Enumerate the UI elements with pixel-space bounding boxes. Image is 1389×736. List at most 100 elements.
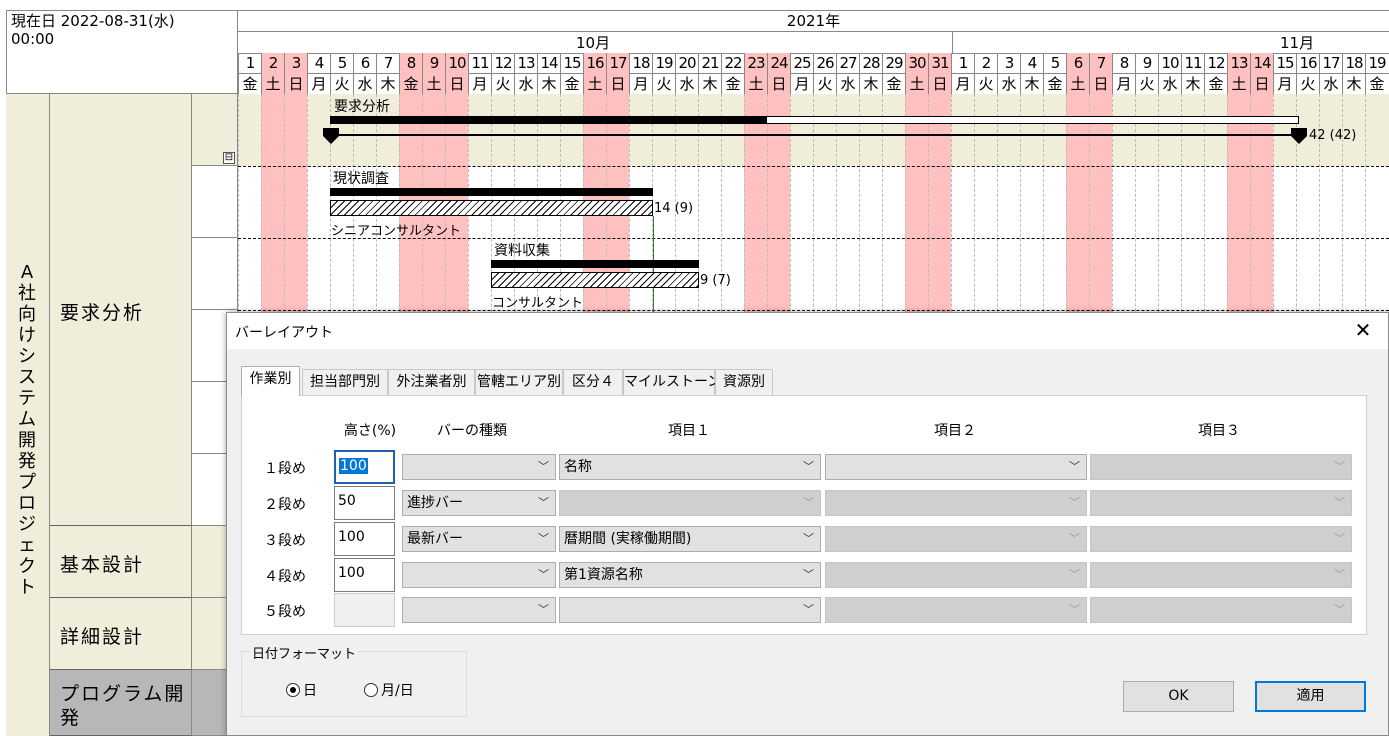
tab-by-department[interactable]: 担当部門別 (302, 369, 388, 395)
chevron-down-icon: ﹀ (538, 568, 549, 581)
weekday-label: 月 (307, 73, 330, 95)
close-icon[interactable]: ✕ (1352, 319, 1374, 341)
weekday-label: 水 (675, 73, 698, 95)
end-milestone-icon[interactable] (1291, 128, 1307, 144)
radio-day[interactable]: 日 (286, 680, 317, 700)
day-number: 11 (468, 53, 491, 73)
tab-by-subcontractor[interactable]: 外注業者別 (388, 369, 475, 395)
item2-select[interactable]: ﹀ (825, 562, 1087, 588)
day-number: 2 (261, 53, 284, 73)
task1-resource: シニアコンサルタント (331, 224, 462, 239)
year-label: 2021年 (786, 12, 841, 30)
chevron-down-icon: ﹀ (538, 460, 549, 473)
phase-requirements[interactable]: 要求分析 (50, 94, 192, 526)
row-label: １段め (264, 461, 306, 477)
month-nov-label: 11月 (1280, 34, 1315, 52)
chevron-down-icon: ﹀ (1334, 532, 1345, 545)
row-label: ３段め (264, 533, 306, 549)
item3-select[interactable]: ﹀ (1090, 490, 1352, 516)
weekday-label: 木 (1181, 73, 1204, 95)
task1-progress-bar[interactable] (330, 188, 653, 196)
task-cell-survey[interactable] (192, 166, 238, 238)
phase-detail-design[interactable]: 詳細設計 (50, 598, 192, 670)
tab-category4[interactable]: 区分４ (563, 369, 623, 395)
summary-progress-bar[interactable] (330, 116, 766, 124)
height-value: 100 (338, 565, 365, 581)
phase-program-dev[interactable]: プログラム開発 (50, 670, 192, 736)
collapse-icon[interactable]: ⊟ (223, 152, 235, 164)
day-number: 6 (1066, 53, 1089, 73)
start-milestone-icon[interactable] (323, 128, 339, 144)
task1-latest-bar[interactable] (330, 200, 653, 216)
weekday-label: 金 (560, 73, 583, 95)
summary-remaining-bar[interactable] (766, 116, 1299, 124)
select-value: 進捗バー (407, 495, 463, 511)
item2-select[interactable]: ﹀ (825, 526, 1087, 552)
item3-select[interactable]: ﹀ (1090, 597, 1352, 623)
task-cell-collect[interactable] (192, 238, 238, 310)
month-oct-label: 10月 (576, 34, 611, 52)
weekday-label: 水 (1319, 73, 1342, 95)
height-input[interactable]: 100 (334, 450, 395, 484)
bar-type-select[interactable]: 最新バー ﹀ (402, 526, 556, 552)
weekday-label: 月 (790, 73, 813, 95)
tab-by-area[interactable]: 管轄エリア別 (475, 369, 563, 395)
tab-by-task[interactable]: 作業別 (241, 366, 300, 396)
tab-milestone[interactable]: マイルストーン (623, 369, 721, 395)
height-input[interactable]: 100 (334, 522, 395, 556)
day-number: 23 (744, 53, 767, 73)
weekday-label: 月 (468, 73, 491, 95)
bar-type-select[interactable]: 進捗バー ﹀ (402, 490, 556, 516)
bar-type-select[interactable]: ﹀ (402, 597, 556, 623)
task1-duration: 14 (9) (654, 201, 694, 216)
item2-select[interactable]: ﹀ (825, 597, 1087, 623)
weekday-label: 土 (1066, 73, 1089, 95)
day-number: 17 (606, 53, 629, 73)
row-label: ５段め (264, 604, 306, 620)
select-value: 最新バー (407, 531, 463, 547)
day-number: 14 (1250, 53, 1273, 73)
item1-select[interactable]: ﹀ (559, 597, 821, 623)
chevron-down-icon: ﹀ (803, 532, 814, 545)
day-number: 27 (836, 53, 859, 73)
weekday-label: 土 (1227, 73, 1250, 95)
day-number: 15 (1273, 53, 1296, 73)
task2-duration: 9 (7) (700, 273, 731, 288)
radio-month-day[interactable]: 月/日 (364, 680, 414, 700)
phase-basic-design[interactable]: 基本設計 (50, 526, 192, 598)
bar-type-select[interactable]: ﹀ (402, 454, 556, 480)
weekday-label: 木 (376, 73, 399, 95)
gantt-app: 現在日 2022-08-31(水) 00:00 2021年 10月 11月 1金… (0, 0, 1389, 736)
dialog-titlebar[interactable]: バーレイアウト ✕ (227, 313, 1388, 349)
day-number: 3 (284, 53, 307, 73)
summary-span-line (330, 134, 1300, 136)
item1-select[interactable]: 名称 ﹀ (559, 454, 821, 480)
item1-select[interactable]: ﹀ (559, 490, 821, 516)
item2-select[interactable]: ﹀ (825, 454, 1087, 480)
ok-button[interactable]: OK (1123, 681, 1234, 712)
day-number: 11 (1181, 53, 1204, 73)
tab-by-resource[interactable]: 資源別 (715, 369, 773, 395)
item3-select[interactable]: ﹀ (1090, 562, 1352, 588)
timeline-header: 2021年 10月 11月 1 金 2 土 3 日 4 月 5 火 6 水 7 木 8 金 9 土 10 日 11 月 12… (238, 10, 1389, 95)
item1-select[interactable]: 第1資源名称 ﹀ (559, 562, 821, 588)
weekday-label: 日 (445, 73, 468, 95)
height-input[interactable] (334, 593, 395, 627)
bar-type-select[interactable]: ﹀ (402, 562, 556, 588)
project-name[interactable]: A社向けシステム開発プロジェクト (12, 262, 42, 598)
item3-select[interactable]: ﹀ (1090, 526, 1352, 552)
apply-button[interactable]: 適用 (1255, 681, 1366, 712)
item1-select[interactable]: 暦期間 (実稼働期間) ﹀ (559, 526, 821, 552)
task2-latest-bar[interactable] (491, 272, 699, 288)
chevron-down-icon: ﹀ (1069, 603, 1080, 616)
item2-select[interactable]: ﹀ (825, 490, 1087, 516)
item3-select[interactable]: ﹀ (1090, 454, 1352, 480)
select-value: 第1資源名称 (564, 567, 643, 583)
day-number: 31 (928, 53, 951, 73)
day-number: 3 (997, 53, 1020, 73)
height-input[interactable]: 50 (334, 486, 395, 520)
task2-progress-bar[interactable] (491, 260, 699, 268)
height-value: 50 (338, 493, 356, 509)
weekday-label: 金 (882, 73, 905, 95)
height-input[interactable]: 100 (334, 558, 395, 592)
